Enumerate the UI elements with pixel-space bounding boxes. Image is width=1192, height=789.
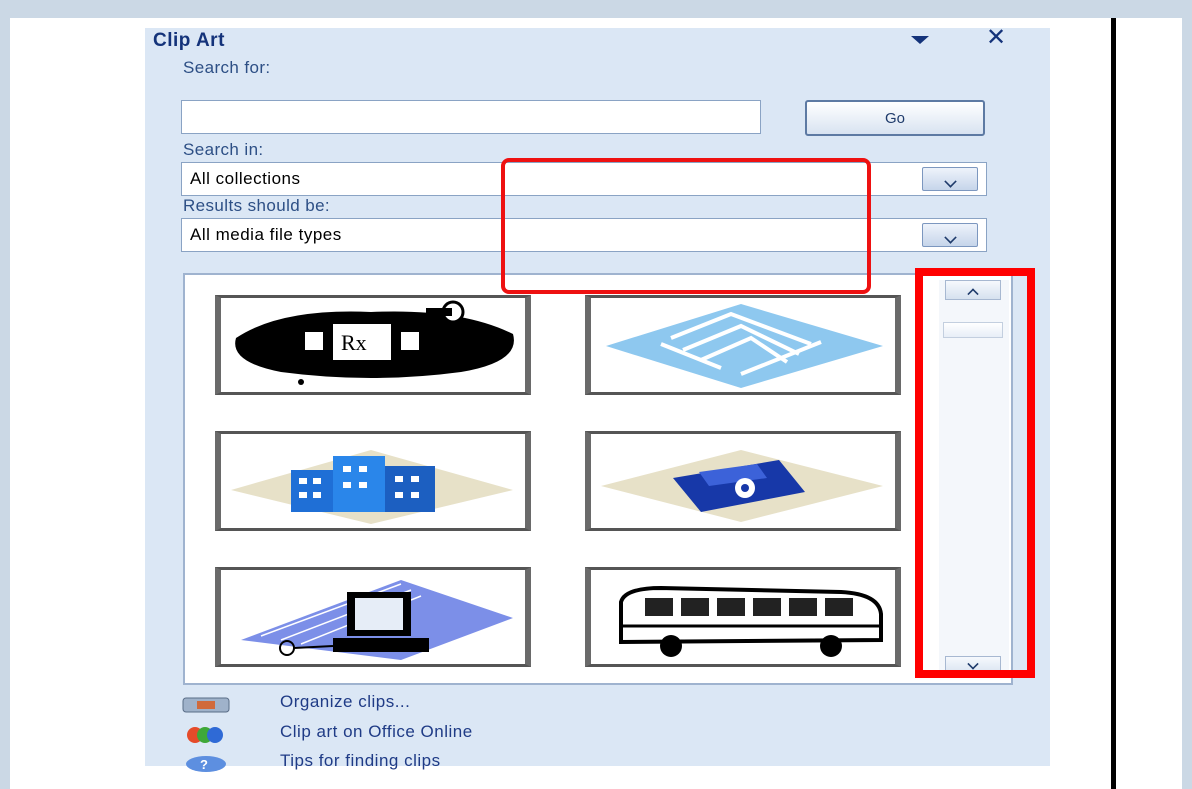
clip-thumbnail-bus[interactable] [585, 567, 901, 667]
selected-clip-highlight [501, 158, 871, 294]
clip-thumbnail-building[interactable] [215, 431, 531, 531]
clip-thumbnail-circuit[interactable] [585, 295, 901, 395]
office-online-icon [187, 727, 223, 743]
clip-thumbnail-floppy[interactable] [585, 431, 901, 531]
prescription-mortar-clip: Rx [235, 300, 514, 385]
computer-network-clip [241, 580, 513, 660]
rx-label: Rx [341, 330, 367, 355]
office-building-clip [231, 450, 513, 524]
clip-art-pane: Clip Art ✕ Search for: Go Search in: All… [145, 26, 1050, 772]
organize-icon [182, 697, 230, 713]
office-online-link[interactable]: Clip art on Office Online [280, 722, 473, 742]
scrollbar-highlight [915, 268, 1035, 678]
search-in-label: Search in: [183, 140, 264, 159]
go-button[interactable]: Go [805, 100, 985, 136]
dropdown-arrow-icon[interactable] [922, 167, 978, 191]
results-list: Rx [183, 273, 1013, 685]
circuit-board-clip [606, 304, 883, 388]
chevron-down-icon[interactable] [905, 34, 935, 48]
results-type-label: Results should be: [183, 196, 331, 215]
search-input[interactable] [181, 100, 761, 134]
floppy-disk-clip [601, 450, 883, 522]
search-for-label: Search for: [183, 58, 271, 77]
screenshot-canvas: Clip Art ✕ Search for: Go Search in: All… [10, 18, 1182, 789]
bus-clip [619, 585, 883, 657]
clip-thumbnail-rx[interactable]: Rx [215, 295, 531, 395]
clip-thumbnail-computer[interactable] [215, 567, 531, 667]
search-in-value: All collections [190, 169, 301, 188]
tips-link[interactable]: Tips for finding clips [280, 751, 441, 771]
svg-text:?: ? [200, 757, 208, 772]
help-icon: ? [186, 756, 226, 772]
dropdown-arrow-icon[interactable] [922, 223, 978, 247]
close-icon[interactable]: ✕ [986, 26, 1006, 50]
results-type-value: All media file types [190, 225, 342, 244]
pane-title: Clip Art [153, 30, 225, 51]
organize-clips-link[interactable]: Organize clips... [280, 692, 410, 712]
document-edge [1111, 18, 1116, 789]
